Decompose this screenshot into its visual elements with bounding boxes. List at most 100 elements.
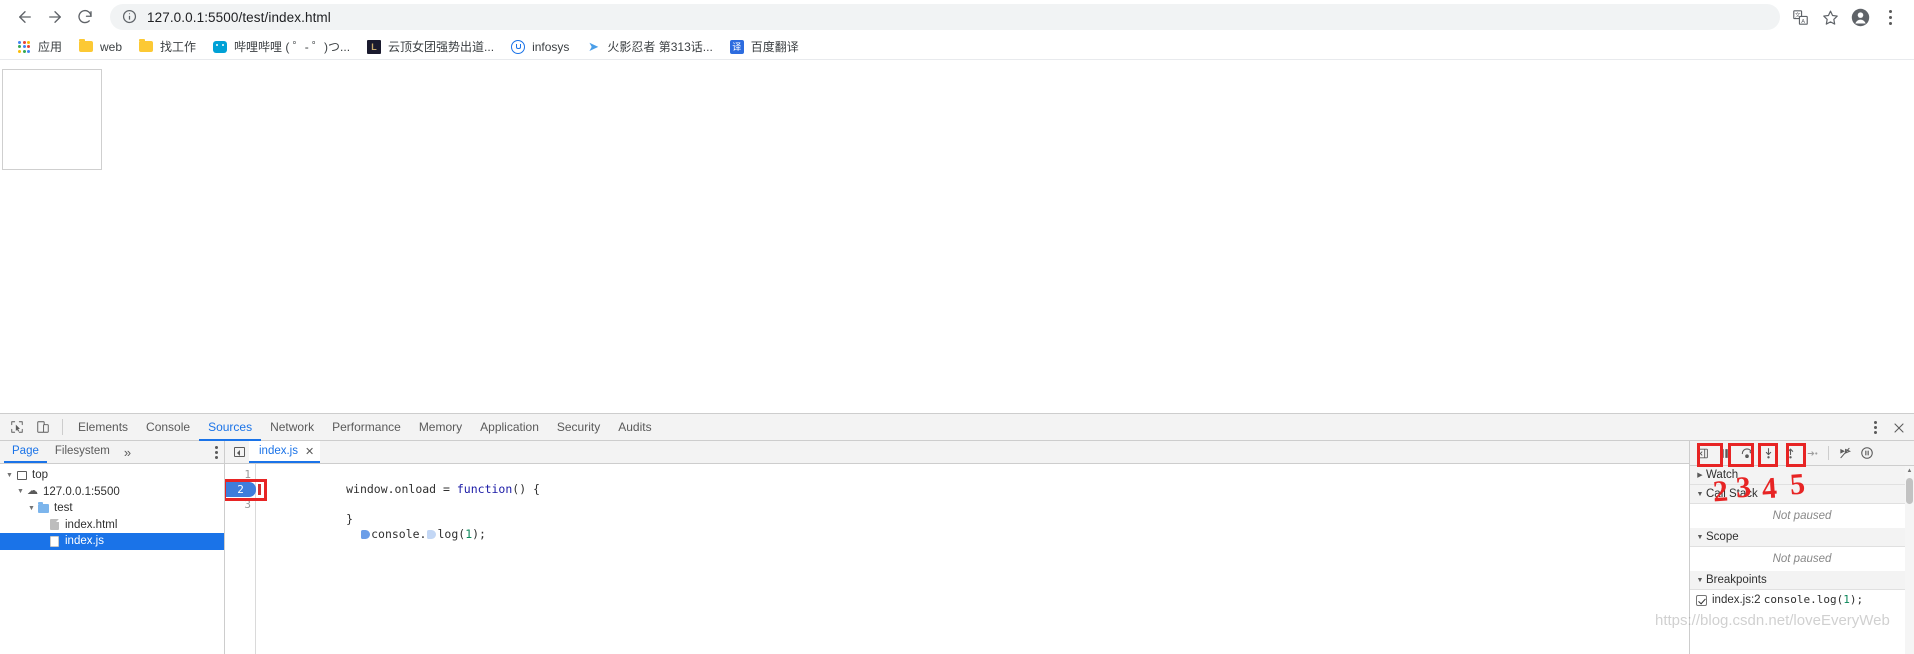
bookmark-label: 云顶女团强势出道... (388, 40, 495, 54)
browser-window: 127.0.0.1:5500/test/index.html 文 A 应用 we… (0, 0, 1914, 654)
tree-item-top[interactable]: ▼ top (0, 467, 224, 484)
tab-audits[interactable]: Audits (609, 415, 660, 441)
bookmark-label: 找工作 (160, 40, 197, 54)
tree-item-label: index.js (65, 535, 104, 548)
scrollbar-thumb[interactable] (1906, 478, 1913, 504)
chevron-down-icon[interactable]: ▼ (1694, 491, 1706, 498)
code-line-1: 1 window.onload = function() { (225, 467, 1689, 496)
deactivate-breakpoints-icon[interactable] (1834, 443, 1855, 464)
frame-icon (15, 469, 28, 482)
folder-blue-icon (37, 501, 50, 515)
device-toolbar-icon[interactable] (30, 415, 56, 439)
nav-tab-filesystem[interactable]: Filesystem (47, 441, 118, 463)
navigator-more-tabs-icon[interactable]: » (118, 445, 137, 460)
bookmark-naruto[interactable]: ➤ 火影忍者 第313话... (577, 36, 720, 58)
chevron-right-icon[interactable]: ▶ (1694, 471, 1706, 479)
debugger-scrollbar[interactable]: ▲ (1905, 466, 1914, 654)
scroll-up-arrow-icon[interactable]: ▲ (1905, 466, 1914, 476)
chevron-down-icon[interactable]: ▼ (15, 488, 26, 495)
tree-item-folder-test[interactable]: ▼ test (0, 500, 224, 517)
section-breakpoints[interactable]: ▼ Breakpoints (1690, 571, 1914, 590)
section-watch[interactable]: ▶ Watch (1690, 466, 1914, 485)
devtools-close-icon[interactable] (1888, 417, 1910, 439)
code-line-2: 2 console. log(1); (225, 482, 1689, 541)
editor-tab-label: index.js (259, 445, 298, 457)
breakpoint-source-num: 1 (1843, 593, 1850, 606)
pause-on-exceptions-icon[interactable] (1856, 443, 1877, 464)
breakpoint-list-item[interactable]: index.js:2 console.log(1); (1690, 590, 1914, 608)
section-title: Breakpoints (1706, 574, 1767, 586)
step-icon[interactable] (1802, 443, 1823, 464)
tab-network[interactable]: Network (261, 415, 323, 441)
empty-content-box (2, 69, 102, 170)
bookmark-label: 百度翻译 (750, 40, 799, 54)
navigator-tabbar: Page Filesystem » (0, 441, 224, 464)
back-button[interactable] (10, 2, 40, 32)
bookmark-baidu-translate[interactable]: 译 百度翻译 (721, 36, 807, 58)
chevron-down-icon[interactable]: ▼ (4, 472, 15, 479)
bookmark-star-icon[interactable] (1816, 3, 1844, 31)
tab-memory[interactable]: Memory (410, 415, 471, 441)
breakpoint-text: index.js:2 console.log(1); (1712, 593, 1863, 606)
chevron-down-icon[interactable]: ▼ (26, 505, 37, 512)
nav-tab-page[interactable]: Page (4, 441, 47, 463)
chevron-down-icon[interactable]: ▼ (1694, 577, 1706, 584)
line-number[interactable]: 1 (225, 467, 251, 482)
tree-item-origin[interactable]: ▼ ☁ 127.0.0.1:5500 (0, 484, 224, 501)
pause-script-icon[interactable] (1714, 443, 1735, 464)
section-scope[interactable]: ▼ Scope (1690, 528, 1914, 547)
editor-tab-index-js[interactable]: index.js ✕ (249, 441, 321, 463)
inspect-element-icon[interactable] (4, 415, 30, 439)
line-number-breakpoint[interactable]: 2 (225, 482, 256, 497)
address-bar[interactable]: 127.0.0.1:5500/test/index.html (110, 4, 1780, 30)
site-info-icon[interactable] (122, 9, 138, 25)
reload-button[interactable] (70, 2, 100, 32)
tree-item-index-js[interactable]: index.js (0, 533, 224, 550)
bookmark-lol[interactable]: L 云顶女团强势出道... (358, 36, 502, 58)
bookmark-bilibili[interactable]: 哔哩哔哩 ( ゜- ゜)つ... (204, 36, 358, 58)
svg-text:A: A (1801, 18, 1805, 24)
folder-icon (138, 39, 154, 55)
page-viewport (0, 61, 1914, 413)
bookmark-job-search[interactable]: 找工作 (130, 36, 204, 58)
editor-tabbar: index.js ✕ (225, 441, 1689, 464)
devtools-menu-icon[interactable] (1864, 417, 1886, 439)
chevron-down-icon[interactable]: ▼ (1694, 534, 1706, 541)
file-js-icon (48, 535, 61, 548)
devtools-right-tools (1864, 414, 1910, 441)
tab-security[interactable]: Security (548, 415, 609, 441)
lol-icon: L (366, 39, 382, 55)
close-icon[interactable]: ✕ (305, 445, 314, 458)
breakpoint-source-b: ); (1849, 593, 1864, 606)
toolbar-right-icons: 文 A (1786, 3, 1904, 31)
tree-item-label: top (32, 469, 48, 482)
breakpoint-checkbox[interactable] (1696, 595, 1707, 606)
step-over-icon[interactable] (1736, 443, 1757, 464)
section-call-stack[interactable]: ▼ Call Stack (1690, 485, 1914, 504)
code-text: ); (472, 527, 486, 541)
line-number[interactable]: 3 (225, 497, 251, 512)
profile-avatar-icon[interactable] (1846, 3, 1874, 31)
bookmark-web[interactable]: web (70, 36, 130, 58)
bookmark-apps[interactable]: 应用 (8, 36, 70, 58)
chrome-menu-icon[interactable] (1876, 3, 1904, 31)
tree-item-index-html[interactable]: index.html (0, 517, 224, 534)
tab-elements[interactable]: Elements (69, 415, 137, 441)
navigator-menu-icon[interactable] (215, 446, 218, 459)
bookmark-infosys[interactable]: infosys (502, 36, 577, 58)
show-navigator-icon[interactable] (229, 441, 249, 463)
step-into-icon[interactable] (1758, 443, 1779, 464)
translate-icon[interactable]: 文 A (1786, 3, 1814, 31)
tab-application[interactable]: Application (471, 415, 548, 441)
code-editor[interactable]: 1 window.onload = function() { 2 console.… (225, 464, 1689, 654)
folder-icon (78, 39, 94, 55)
step-out-icon[interactable] (1780, 443, 1801, 464)
tab-sources[interactable]: Sources (199, 415, 262, 441)
forward-button[interactable] (40, 2, 70, 32)
fanyi-icon: 译 (729, 39, 745, 55)
tab-console[interactable]: Console (137, 415, 199, 441)
tab-performance[interactable]: Performance (323, 415, 410, 441)
object-badge-icon (361, 530, 371, 539)
show-debugger-icon[interactable] (1692, 443, 1713, 464)
breakpoint-source: console.log(1); (1764, 593, 1863, 606)
